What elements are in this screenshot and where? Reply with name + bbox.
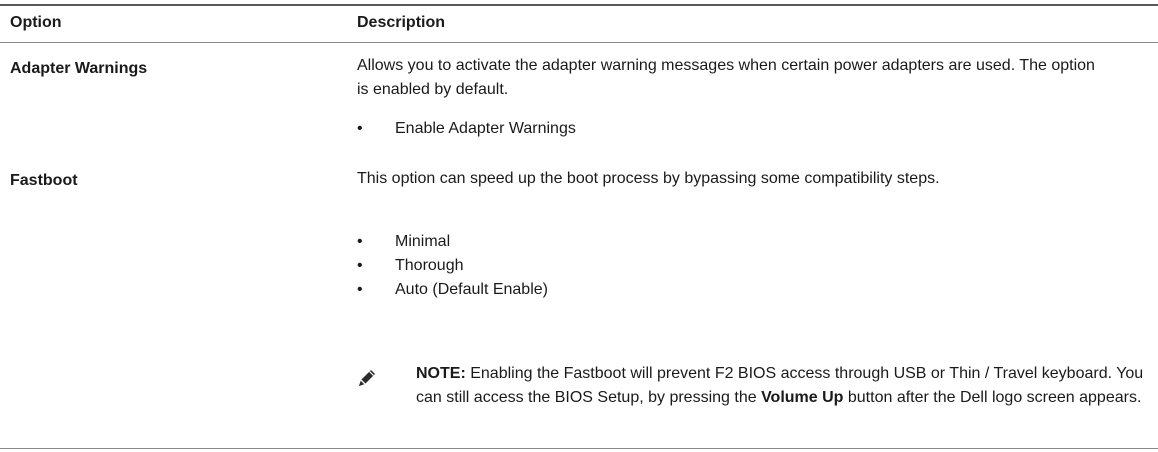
description-text: Allows you to activate the adapter warni… [357,57,1095,98]
list-item: • Enable Adapter Warnings [357,117,1117,141]
list-item: • Minimal [357,230,1117,254]
bullet-glyph: • [357,281,363,298]
column-header-option: Option [10,14,62,31]
pencil-note-icon [359,370,375,386]
bullet-glyph: • [357,120,363,137]
bullet-text: Minimal [395,233,451,250]
bullet-text: Thorough [395,257,464,274]
option-name-fastboot: Fastboot [10,172,78,189]
bullet-list-adapter-warnings: • Enable Adapter Warnings [357,117,1117,141]
note-text: NOTE: Enabling the Fastboot will prevent… [416,362,1146,410]
bullet-list-fastboot: • Minimal • Thorough • Auto (Default Ena… [357,230,1117,302]
note-bold-key: Volume Up [761,389,844,406]
table-top-rule [0,4,1158,6]
table-bottom-rule [0,448,1158,449]
note-label: NOTE: [416,365,466,382]
description-adapter-warnings: Allows you to activate the adapter warni… [357,54,1097,102]
bullet-glyph: • [357,233,363,250]
list-item: • Auto (Default Enable) [357,278,1117,302]
bullet-text: Auto (Default Enable) [395,281,548,298]
list-item: • Thorough [357,254,1117,278]
option-name-adapter-warnings: Adapter Warnings [10,60,148,77]
bullet-glyph: • [357,257,363,274]
description-text: This option can speed up the boot proces… [357,170,940,187]
note-body-2: button after the Dell logo screen appear… [843,389,1142,406]
header-divider [0,42,1158,43]
column-header-description: Description [357,14,446,31]
bullet-text: Enable Adapter Warnings [395,120,576,137]
description-fastboot: This option can speed up the boot proces… [357,167,1117,191]
